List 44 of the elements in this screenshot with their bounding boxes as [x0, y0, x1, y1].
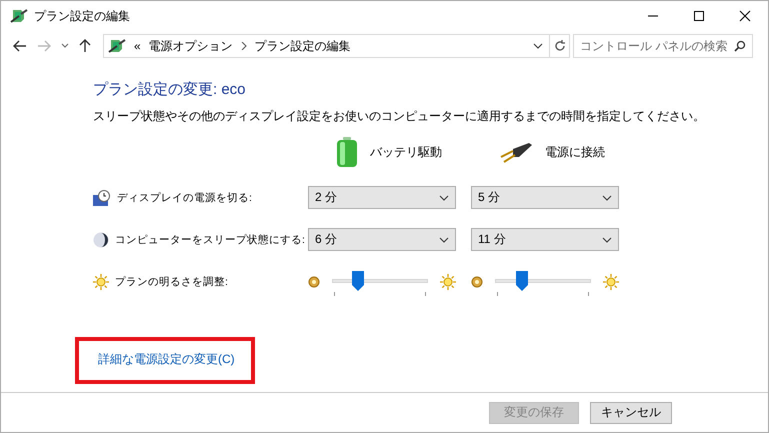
cancel-button[interactable]: キャンセル: [590, 402, 672, 424]
column-header: バッテリ駆動: [370, 144, 442, 160]
dropdown[interactable]: 6 分: [308, 228, 456, 251]
dropdown[interactable]: 2 分: [308, 186, 456, 209]
setting-label: コンピューターをスリープ状態にする:: [115, 232, 305, 246]
overflow-mark[interactable]: «: [134, 39, 141, 53]
slider-thumb[interactable]: [352, 270, 364, 290]
monitor-clock-icon: [93, 190, 111, 206]
sun-icon: [93, 274, 109, 290]
breadcrumb-item[interactable]: プラン設定の編集: [254, 38, 351, 54]
advanced-settings-link[interactable]: 詳細な電源設定の変更(C): [98, 351, 235, 368]
setting-label: プランの明るさを調整:: [115, 274, 228, 288]
up-arrow-icon[interactable]: [79, 39, 91, 53]
caret-icon[interactable]: [439, 236, 449, 242]
caret-icon[interactable]: [602, 194, 612, 200]
back-arrow-icon[interactable]: [13, 40, 27, 52]
window-title: プラン設定の編集: [34, 8, 131, 24]
column-header: 電源に接続: [545, 144, 605, 160]
dropdown[interactable]: 11 分: [471, 228, 619, 251]
search-icon[interactable]: [734, 40, 746, 52]
caret-icon[interactable]: [61, 43, 69, 49]
setting-label: ディスプレイの電源を切る:: [117, 190, 252, 204]
description-text: スリープ状態やその他のディスプレイ設定をお使いのコンピューターに適用するまでの時間を指定してください。: [93, 108, 706, 125]
moon-icon: [93, 232, 109, 248]
page-heading: プラン設定の変更: eco: [93, 80, 247, 99]
location-icon: [108, 38, 126, 54]
chevron-icon: [240, 42, 247, 50]
refresh-icon[interactable]: [554, 40, 566, 52]
caret-icon[interactable]: [602, 236, 612, 242]
breadcrumb-item[interactable]: 電源オプション: [148, 38, 233, 54]
dim-sun-icon: [308, 276, 320, 288]
app-icon: [10, 8, 28, 24]
caret-icon[interactable]: [533, 43, 543, 49]
bright-sun-icon: [440, 274, 456, 290]
plug-icon: [499, 141, 533, 163]
battery-icon: [336, 137, 358, 167]
dim-sun-icon: [471, 276, 483, 288]
refresh-button[interactable]: [550, 34, 570, 58]
slider-thumb[interactable]: [516, 270, 528, 290]
search-field[interactable]: コントロール パネルの検索: [573, 34, 753, 58]
bright-sun-icon: [603, 274, 619, 290]
dropdown[interactable]: 5 分: [471, 186, 619, 209]
caret-icon[interactable]: [439, 194, 449, 200]
address-bar[interactable]: « 電源オプション プラン設定の編集: [103, 34, 550, 58]
